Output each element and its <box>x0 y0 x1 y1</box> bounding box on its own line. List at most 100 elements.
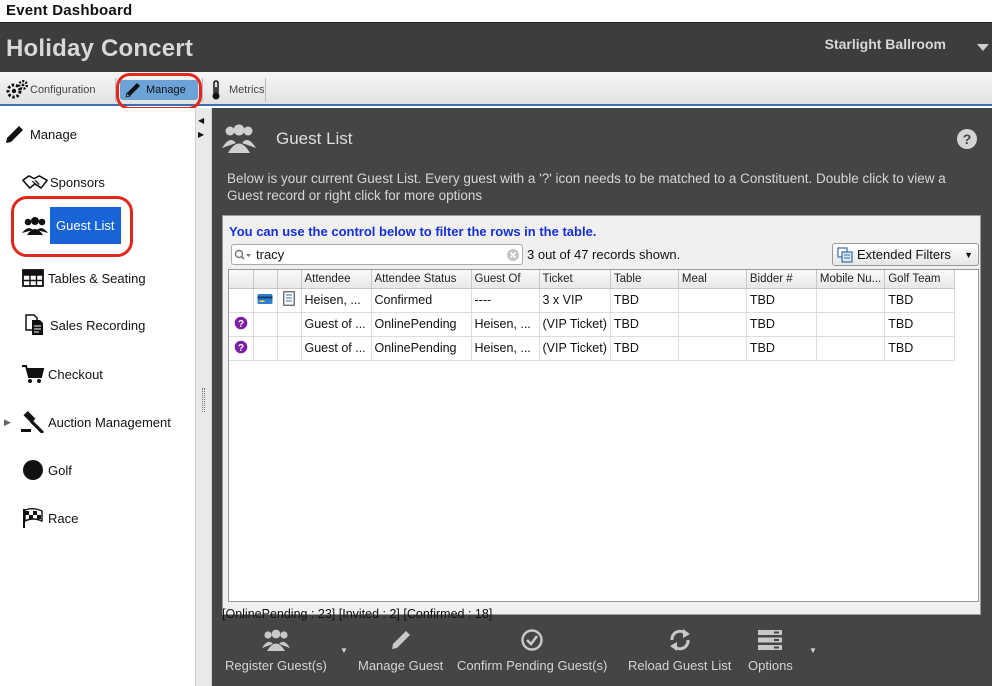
cell-ticket: 3 x VIP <box>539 288 611 313</box>
cell-bidder: TBD <box>746 288 817 313</box>
pencil-icon <box>389 626 413 654</box>
sidebar: Manage Sponsors Guest List Tables & Seat… <box>0 108 196 686</box>
filter-hint: You can use the control below to filter … <box>229 224 597 239</box>
document-icon[interactable] <box>277 288 302 313</box>
confirm-pending-label: Confirm Pending Guest(s) <box>457 658 608 673</box>
chevron-down-icon[interactable] <box>976 41 990 55</box>
manage-guest-button[interactable]: Manage Guest <box>358 626 443 673</box>
sidebar-item-sales-recording[interactable]: Sales Recording <box>22 313 145 337</box>
reload-guest-list-button[interactable]: Reload Guest List <box>628 626 731 673</box>
column-header-ticket[interactable]: Ticket <box>539 270 611 289</box>
row-icon-cell <box>277 336 302 361</box>
table-row[interactable]: Heisen, ... Confirmed ---- 3 x VIP TBD T… <box>229 288 956 313</box>
guest-table[interactable]: Attendee Attendee Status Guest Of Ticket… <box>228 269 979 602</box>
table-row[interactable]: ? Guest of ... OnlinePending Heisen, ...… <box>229 336 956 361</box>
sidebar-header-manage[interactable]: Manage <box>2 122 77 146</box>
venue-selector[interactable]: Starlight Ballroom <box>825 36 946 52</box>
status-summary: [OnlinePending : 23] [Invited : 2] [Conf… <box>222 607 493 621</box>
sidebar-item-guest-list[interactable]: Guest List <box>22 207 121 244</box>
search-input[interactable]: tracy <box>231 244 523 265</box>
column-header[interactable] <box>277 270 302 289</box>
sidebar-item-label: Tables & Seating <box>48 270 146 286</box>
options-label: Options <box>748 658 793 673</box>
table-row[interactable]: ? Guest of ... OnlinePending Heisen, ...… <box>229 312 956 337</box>
cell-golf-team: TBD <box>884 312 956 337</box>
extended-filters-dropdown[interactable]: Extended Filters ▼ <box>832 243 979 266</box>
expand-right-icon[interactable]: ▶ <box>198 130 204 139</box>
sidebar-item-label: Checkout <box>48 366 103 382</box>
cell-mobile-number <box>816 312 886 337</box>
cell-table: TBD <box>610 336 679 361</box>
sidebar-splitter[interactable]: ◀ ▶ <box>196 108 212 686</box>
sidebar-item-label: Golf <box>48 462 72 478</box>
sidebar-item-label: Guest List <box>50 207 121 244</box>
cell-attendee: Guest of ... <box>301 312 372 337</box>
checkered-flag-icon <box>20 506 46 530</box>
cell-guest-of: Heisen, ... <box>471 336 540 361</box>
register-guests-label: Register Guest(s) <box>225 658 327 673</box>
column-header[interactable] <box>229 270 254 289</box>
gears-icon <box>4 78 30 102</box>
row-icon-cell <box>253 336 278 361</box>
column-header-attendee[interactable]: Attendee <box>301 270 372 289</box>
cell-ticket: (VIP Ticket) <box>539 336 611 361</box>
sidebar-item-checkout[interactable]: Checkout <box>20 362 103 386</box>
confirm-pending-guests-button[interactable]: Confirm Pending Guest(s) <box>457 626 607 673</box>
expand-arrow-icon[interactable]: ▶ <box>4 417 20 428</box>
drag-handle-icon[interactable] <box>202 388 205 412</box>
cell-attendee-status: OnlinePending <box>371 312 472 337</box>
cell-golf-team: TBD <box>884 336 956 361</box>
question-icon[interactable]: ? <box>229 312 254 337</box>
tab-manage[interactable]: Manage <box>120 80 198 100</box>
extended-filters-label: Extended Filters <box>857 247 951 262</box>
guest-list-panel: Guest List ? Below is your current Guest… <box>212 108 992 686</box>
column-header-attendee-status[interactable]: Attendee Status <box>371 270 472 289</box>
help-icon[interactable]: ? <box>956 128 978 150</box>
options-list-icon <box>757 626 783 654</box>
sidebar-item-sponsors[interactable]: Sponsors <box>22 170 105 194</box>
filter-icon <box>837 246 853 263</box>
reload-guest-list-label: Reload Guest List <box>628 658 732 673</box>
column-header-bidder[interactable]: Bidder # <box>746 270 817 289</box>
cell-guest-of: Heisen, ... <box>471 312 540 337</box>
register-guests-button[interactable]: Register Guest(s) <box>225 626 327 673</box>
cell-meal <box>678 312 747 337</box>
reload-icon <box>668 626 692 654</box>
card-icon <box>253 288 278 313</box>
question-icon[interactable]: ? <box>229 336 254 361</box>
pencil-icon <box>2 122 28 146</box>
column-header-mobile-number[interactable]: Mobile Nu... <box>816 270 886 289</box>
event-header: Holiday Concert Starlight Ballroom <box>0 22 992 72</box>
sidebar-item-label: Auction Management <box>48 414 171 430</box>
grid-table-icon <box>20 266 46 290</box>
column-header-guest-of[interactable]: Guest Of <box>471 270 540 289</box>
tab-metrics[interactable]: Metrics <box>202 78 266 102</box>
svg-text:?: ? <box>963 131 972 147</box>
sidebar-item-auction-management[interactable]: ▶ Auction Management <box>4 410 171 434</box>
clear-search-icon[interactable] <box>504 248 522 262</box>
column-header[interactable] <box>253 270 278 289</box>
options-button[interactable]: Options <box>748 626 793 673</box>
sidebar-item-race[interactable]: Race <box>20 506 78 530</box>
column-header-meal[interactable]: Meal <box>678 270 747 289</box>
collapse-left-icon[interactable]: ◀ <box>198 116 204 125</box>
cart-icon <box>20 362 46 386</box>
sidebar-item-golf[interactable]: Golf <box>20 458 72 482</box>
column-header-golf-team[interactable]: Golf Team <box>884 270 956 289</box>
column-header-table[interactable]: Table <box>610 270 679 289</box>
options-dropdown-icon[interactable]: ▼ <box>809 646 817 655</box>
tab-configuration[interactable]: Configuration <box>4 78 116 102</box>
cell-meal <box>678 288 747 313</box>
handshake-icon <box>22 170 48 194</box>
sidebar-header-label: Manage <box>30 126 77 142</box>
search-icon <box>232 249 254 261</box>
cell-bidder: TBD <box>746 312 817 337</box>
cell-attendee-status: OnlinePending <box>371 336 472 361</box>
sidebar-item-tables-seating[interactable]: Tables & Seating <box>20 266 146 290</box>
page-title: Guest List <box>276 129 353 148</box>
cell-mobile-number <box>816 336 886 361</box>
module-tabstrip: Configuration Manage Metrics <box>0 72 992 106</box>
cell-guest-of: ---- <box>471 288 540 313</box>
page-description: Below is your current Guest List. Every … <box>227 171 946 203</box>
register-dropdown-icon[interactable]: ▼ <box>340 646 348 655</box>
